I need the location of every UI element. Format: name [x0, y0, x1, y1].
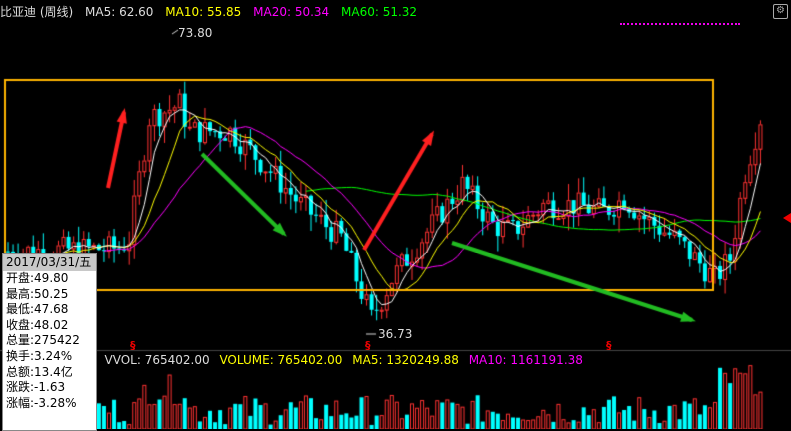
signal-mark: §: [606, 339, 612, 352]
high-price-value: 73.80: [178, 26, 213, 40]
signal-mark: §: [130, 339, 136, 352]
volume-value: VOLUME: 765402.00: [219, 353, 343, 367]
volume-ma5-value: MA5: 1320249.88: [352, 353, 459, 367]
info-date: 2017/03/31/五: [3, 254, 96, 271]
info-low: 最低:47.68: [6, 302, 69, 317]
ma10-value: MA10: 55.85: [165, 5, 242, 19]
volume-ma10-value: MA10: 1161191.38: [468, 353, 583, 367]
low-price-label: 36.73: [378, 327, 412, 341]
quote-info-panel: 2017/03/31/五 开盘:49.80 最高:50.25 最低:47.68 …: [2, 253, 97, 431]
gear-icon[interactable]: ⚙: [773, 4, 788, 19]
info-volume: 总量:275422: [6, 333, 80, 348]
ma20-value: MA20: 50.34: [253, 5, 330, 19]
info-change: 涨跌:-1.63: [6, 380, 66, 395]
info-change-pct: 涨幅:-3.28%: [6, 395, 77, 410]
dotted-indicator: [620, 23, 740, 25]
info-turnover: 换手:3.24%: [6, 348, 73, 363]
info-open: 开盘:49.80: [6, 271, 69, 285]
info-amount: 总额:13.4亿: [6, 364, 73, 379]
info-high: 最高:50.25: [6, 286, 69, 301]
ma60-value: MA60: 51.32: [341, 5, 418, 19]
chart-header: 比亚迪 (周线) MA5: 62.60 MA10: 55.85 MA20: 50…: [0, 3, 425, 21]
high-price-label: 73.80: [178, 26, 212, 40]
vvol-value: VVOL: 765402.00: [104, 353, 210, 367]
signal-mark: §: [365, 339, 371, 352]
low-price-value: 36.73: [378, 327, 413, 341]
volume-header: ) VVOL: 765402.00 VOLUME: 765402.00 MA5:…: [90, 353, 589, 367]
price-marker-icon: [783, 213, 791, 223]
info-close: 收盘:48.02: [6, 317, 69, 332]
stock-title: 比亚迪 (周线): [0, 5, 74, 19]
ma5-value: MA5: 62.60: [85, 5, 154, 19]
